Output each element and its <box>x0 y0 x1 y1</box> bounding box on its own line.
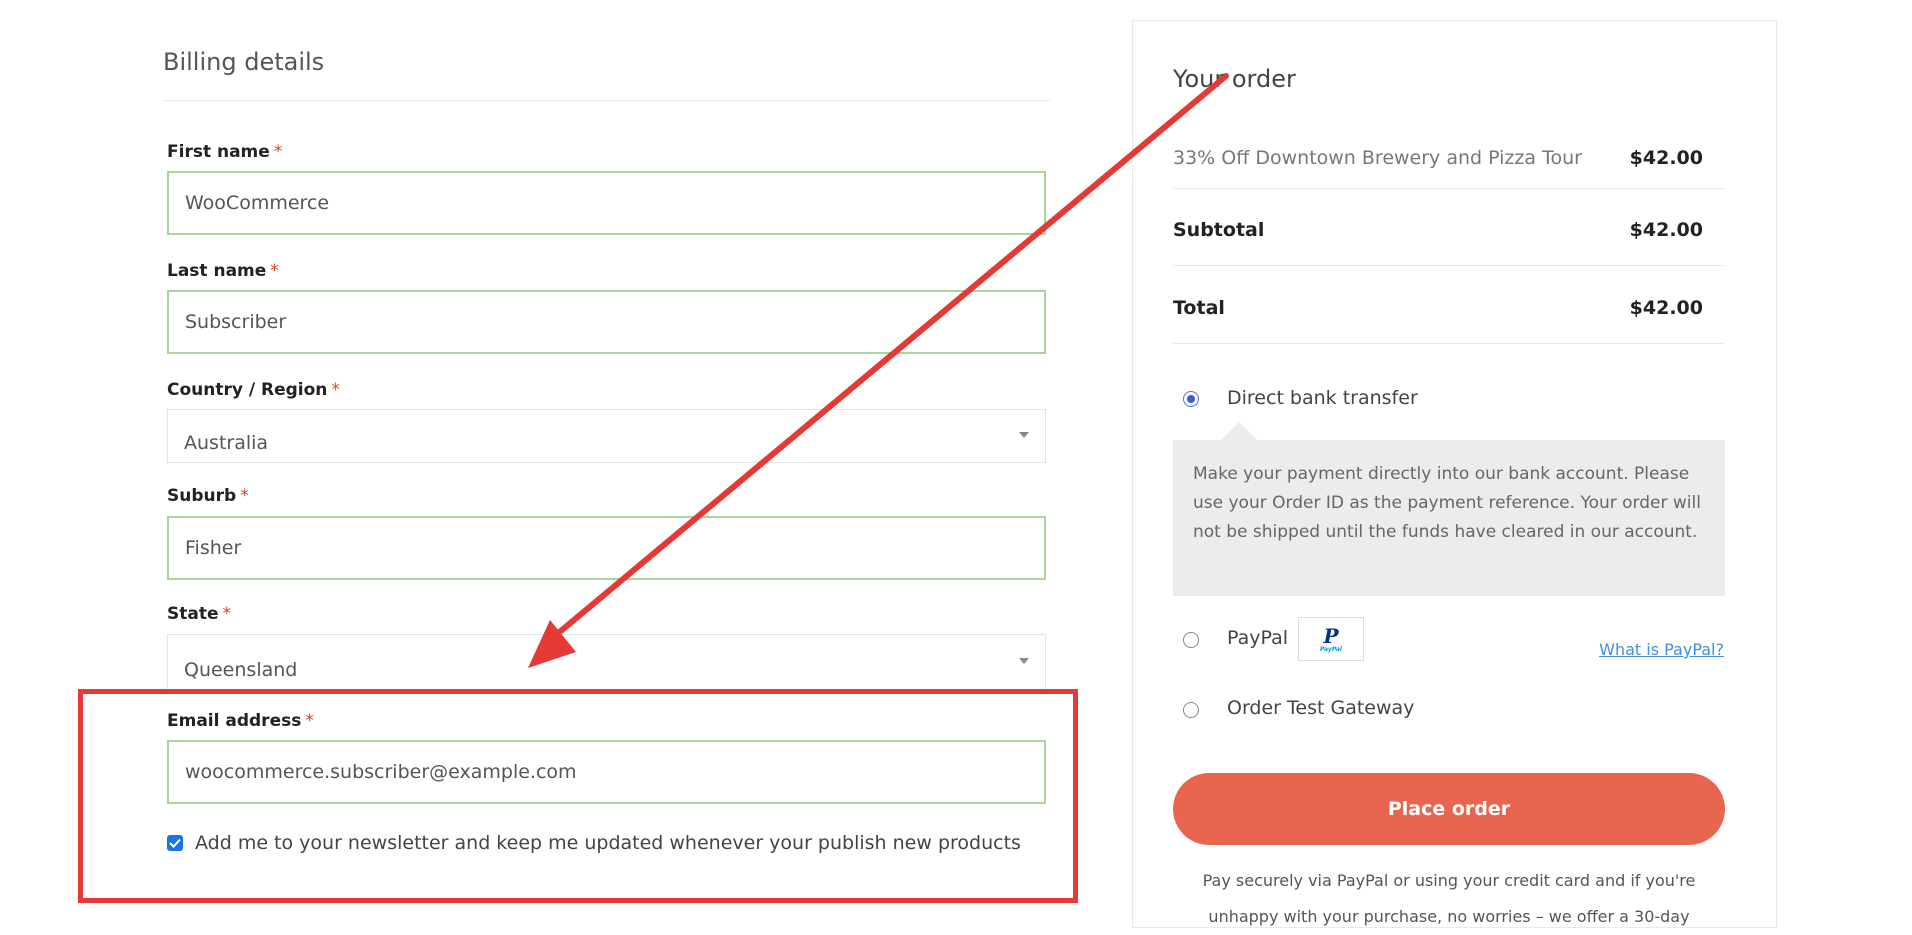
last-name-label: Last name * <box>167 261 279 281</box>
subtotal-label: Subtotal <box>1173 219 1265 241</box>
annotation-highlight-box <box>78 689 1078 903</box>
order-item-price: $42.00 <box>1629 147 1703 169</box>
country-label: Country / Region * <box>167 380 340 400</box>
required-mark: * <box>331 380 340 400</box>
subtotal-value: $42.00 <box>1629 219 1703 241</box>
country-value: Australia <box>184 432 269 454</box>
bank-transfer-label[interactable]: Direct bank transfer <box>1227 387 1418 409</box>
paypal-label[interactable]: PayPal <box>1227 627 1288 649</box>
first-name-value: WooCommerce <box>185 192 330 214</box>
required-mark: * <box>222 604 232 624</box>
total-label: Total <box>1173 297 1225 319</box>
first-name-label: First name * <box>167 142 282 162</box>
required-mark: * <box>273 142 283 162</box>
last-name-label-text: Last name <box>167 261 267 281</box>
divider <box>1173 265 1725 266</box>
suburb-input[interactable]: Fisher <box>167 516 1046 580</box>
total-value: $42.00 <box>1629 297 1703 319</box>
first-name-label-text: First name <box>167 142 270 162</box>
order-title: Your order <box>1173 65 1296 93</box>
what-is-paypal-link[interactable]: What is PayPal? <box>1599 640 1724 659</box>
divider <box>1173 343 1725 344</box>
divider <box>1173 188 1725 189</box>
subtotal-row: Subtotal $42.00 <box>1173 219 1725 241</box>
paypal-p-icon: P <box>1323 623 1339 648</box>
billing-title: Billing details <box>163 48 325 76</box>
required-mark: * <box>270 261 279 281</box>
last-name-input[interactable]: Subscriber <box>167 290 1046 354</box>
order-item-name: 33% Off Downtown Brewery and Pizza Tour <box>1173 147 1582 169</box>
paypal-radio[interactable] <box>1183 632 1199 648</box>
divider <box>163 100 1050 101</box>
paypal-logo-text: PayPal <box>1320 645 1342 653</box>
suburb-value: Fisher <box>185 537 242 559</box>
last-name-value: Subscriber <box>185 311 287 333</box>
chevron-down-icon <box>1019 658 1029 664</box>
first-name-input[interactable]: WooCommerce <box>167 171 1046 235</box>
bank-transfer-description: Make your payment directly into our bank… <box>1173 440 1725 596</box>
test-gateway-radio[interactable] <box>1183 702 1199 718</box>
state-label: State * <box>167 604 231 624</box>
test-gateway-label[interactable]: Order Test Gateway <box>1227 697 1414 719</box>
required-mark: * <box>240 486 249 506</box>
suburb-label-text: Suburb <box>167 486 237 506</box>
country-label-text: Country / Region <box>167 380 328 400</box>
place-order-button[interactable]: Place order <box>1173 773 1725 845</box>
description-notch <box>1221 422 1257 440</box>
country-select[interactable]: Australia <box>167 409 1046 463</box>
bank-transfer-radio[interactable] <box>1183 391 1199 407</box>
paypal-logo: P PayPal <box>1298 617 1364 661</box>
order-panel: Your order 33% Off Downtown Brewery and … <box>1132 20 1777 928</box>
order-item-row: 33% Off Downtown Brewery and Pizza Tour … <box>1173 147 1725 169</box>
state-label-text: State <box>167 604 219 624</box>
suburb-label: Suburb * <box>167 486 249 506</box>
state-select[interactable]: Queensland <box>167 634 1046 690</box>
chevron-down-icon <box>1019 432 1029 438</box>
state-value: Queensland <box>184 659 298 681</box>
total-row: Total $42.00 <box>1173 297 1725 319</box>
secure-payment-note: Pay securely via PayPal or using your cr… <box>1202 871 1696 926</box>
